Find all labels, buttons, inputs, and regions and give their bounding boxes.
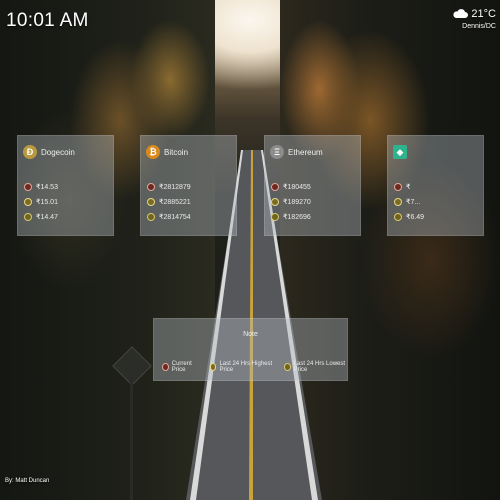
low-price: ₹182696	[283, 213, 311, 221]
clock-time: 10:01 AM	[6, 10, 89, 31]
bitcoin-icon: ₿	[146, 145, 160, 159]
coin-name: Bitcoin	[164, 147, 189, 157]
high-price-icon	[394, 197, 402, 206]
coin-card-bitcoin[interactable]: ₿ Bitcoin ₹2812879 ₹2885221 ₹2814754	[140, 135, 237, 236]
current-price: ₹	[406, 183, 411, 191]
dashboard-screen: 10:01 AM 21°C Dennis/DC Ð Dogecoin ₹14.5…	[0, 0, 500, 500]
low-price-icon	[283, 363, 291, 371]
current-price-icon	[147, 182, 155, 191]
legend-note-panel: Note Current Price Last 24 Hrs Highest P…	[153, 318, 348, 381]
road-sign-post	[130, 378, 133, 500]
cloud-icon	[453, 9, 469, 18]
current-price: ₹2812879	[159, 183, 191, 191]
current-price: ₹14.53	[36, 183, 58, 191]
note-title: Note	[243, 331, 258, 338]
photo-credit[interactable]: By: Matt Duncan	[5, 478, 49, 484]
low-price: ₹6.49	[406, 213, 425, 221]
weather-location: Dennis/DC	[462, 23, 496, 30]
gem-icon: ◆	[393, 145, 407, 159]
high-price: ₹2885221	[159, 198, 191, 206]
ethereum-icon: Ξ	[270, 145, 284, 159]
legend-item-low: Last 24 Hrs Lowest Price	[283, 361, 347, 373]
low-price-icon	[147, 212, 155, 221]
high-price: ₹7...	[406, 198, 421, 206]
current-price-icon	[394, 182, 402, 191]
low-price-icon	[394, 212, 402, 221]
high-price-icon	[209, 363, 217, 371]
current-price-icon	[24, 182, 32, 191]
coin-card-fourth[interactable]: ◆ ₹ ₹7... ₹6.49	[387, 135, 484, 236]
legend-label: Current Price	[171, 361, 192, 373]
low-price: ₹2814754	[159, 213, 191, 221]
high-price-icon	[271, 197, 279, 206]
current-price-icon	[162, 363, 169, 371]
legend-item-high: Last 24 Hrs Highest Price	[209, 361, 274, 373]
legend-item-current: Current Price	[162, 361, 200, 373]
weather-temperature: 21°C	[471, 8, 496, 20]
legend-label: Last 24 Hrs Lowest Price	[293, 361, 346, 373]
current-price: ₹180455	[283, 183, 311, 191]
coin-card-dogecoin[interactable]: Ð Dogecoin ₹14.53 ₹15.01 ₹14.47	[17, 135, 114, 236]
dogecoin-icon: Ð	[23, 145, 37, 159]
low-price-icon	[24, 212, 32, 221]
background-forest-left	[0, 0, 215, 500]
background-forest-right	[280, 0, 500, 500]
coin-name: Ethereum	[288, 147, 323, 157]
current-price-icon	[271, 182, 279, 191]
high-price: ₹189270	[283, 198, 311, 206]
legend-label: Last 24 Hrs Highest Price	[219, 361, 273, 373]
coin-card-ethereum[interactable]: Ξ Ethereum ₹180455 ₹189270 ₹182696	[264, 135, 361, 236]
weather-widget[interactable]: 21°C Dennis/DC	[452, 8, 496, 30]
high-price-icon	[147, 197, 155, 206]
price-legend: Current Price Last 24 Hrs Highest Price …	[162, 361, 347, 373]
high-price-icon	[24, 197, 32, 206]
low-price-icon	[271, 212, 279, 221]
low-price: ₹14.47	[36, 213, 58, 221]
coin-name: Dogecoin	[41, 147, 75, 157]
high-price: ₹15.01	[36, 198, 58, 206]
